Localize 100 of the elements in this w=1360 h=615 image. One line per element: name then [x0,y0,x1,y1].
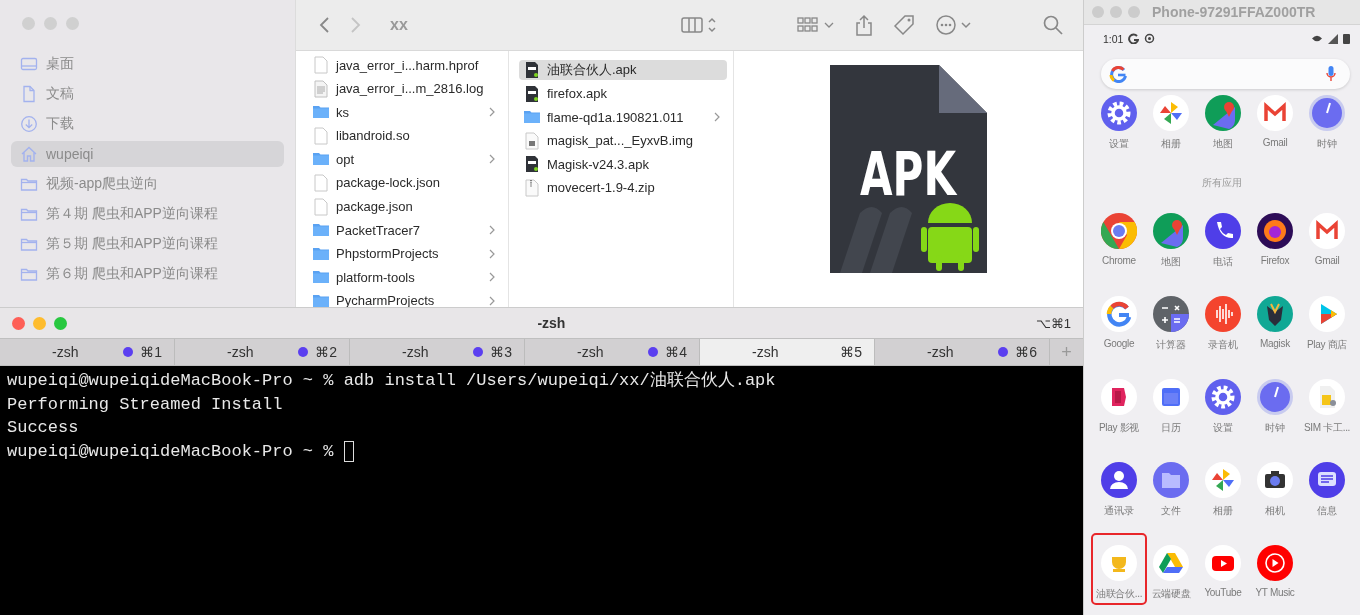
app-launcher[interactable]: Firefox [1249,209,1301,275]
folder-icon [1153,462,1189,498]
file-item[interactable]: firefox.apk [519,83,727,104]
file-item[interactable]: java_error_i...m_2816.log [308,78,502,99]
chevron-icon [713,112,721,123]
file-item[interactable]: magisk_pat..._EyxvB.img [519,130,727,151]
file-icon [312,56,330,74]
app-launcher[interactable]: Play 商店 [1301,292,1353,358]
sim-card-icon [1309,379,1345,415]
close-button[interactable] [22,17,35,30]
tab-label: -zsh [227,344,254,360]
terminal-tab[interactable]: -zsh ⌘2 [175,339,350,365]
file-item[interactable]: package-lock.json [308,172,502,193]
sidebar-item[interactable]: 下载 [11,111,284,137]
app-launcher[interactable]: 油联合伙... [1093,535,1145,603]
column-view-icon [681,16,717,34]
sidebar-item[interactable]: 桌面 [11,51,284,77]
file-item[interactable]: flame-qd1a.190821.011 [519,107,727,128]
sidebar-item[interactable]: 视频-app爬虫逆向 [11,171,284,197]
log-file-icon [312,79,330,98]
sidebar-item[interactable]: 第４期 爬虫和APP逆向课程 [11,201,284,227]
sidebar-item[interactable]: 第６期 爬虫和APP逆向课程 [11,261,284,287]
file-item[interactable]: ks [308,102,502,123]
app-launcher[interactable]: 通讯录 [1093,458,1145,524]
minimize-button[interactable] [33,316,46,330]
app-launcher[interactable]: 信息 [1301,458,1353,524]
file-item[interactable]: movecert-1.9-4.zip [519,177,727,198]
terminal-tab[interactable]: -zsh ⌘6 [875,339,1050,365]
desktop-icon [20,55,38,73]
app-launcher[interactable]: Chrome [1093,209,1145,275]
file-item[interactable]: java_error_i...harm.hprof [308,55,502,75]
app-launcher[interactable]: Play 影视 [1093,375,1145,441]
file-icon [312,173,330,192]
minimize-button[interactable] [44,17,57,30]
app-launcher[interactable]: Magisk [1249,292,1301,358]
app-launcher[interactable]: 相机 [1249,458,1301,524]
file-item[interactable]: package.json [308,196,502,217]
terminal-tab[interactable]: -zsh ⌘3 [350,339,525,365]
forward-icon [350,16,362,34]
app-launcher[interactable]: Gmail [1301,209,1353,275]
gear-icon [1205,379,1241,415]
app-launcher[interactable]: Gmail [1249,91,1301,157]
sidebar-item[interactable]: 文稿 [11,81,284,107]
app-launcher[interactable]: 设置 [1197,375,1249,441]
google-g-icon [1101,296,1137,332]
drive-icon [1153,545,1189,581]
zoom-button[interactable] [54,316,67,330]
signal-icon [1328,33,1338,44]
file-item[interactable]: PhpstormProjects [308,243,502,264]
map-icon [1153,213,1189,249]
share-icon [855,14,873,36]
app-launcher[interactable]: 相册 [1145,91,1197,157]
window-title: -zsh [536,315,567,331]
download-icon [20,115,38,133]
app-launcher[interactable]: 时钟 [1249,375,1301,441]
terminal-tab[interactable]: -zsh ⌘5 [700,339,875,365]
tab-shortcut: ⌘4 [665,344,687,360]
message-icon [1309,462,1345,498]
chevron-icon [488,154,496,165]
app-launcher[interactable]: 设置 [1093,91,1145,157]
app-launcher[interactable]: Google [1093,292,1145,358]
tag-icon [893,14,915,36]
search-field[interactable] [1101,59,1350,89]
app-launcher[interactable]: 时钟 [1301,91,1353,157]
terminal-tab[interactable]: -zsh ⌘1 [0,339,175,365]
app-launcher[interactable]: 电话 [1197,209,1249,275]
terminal-line: wupeiqi@wupeiqideMacBook-Pro ~ % adb install /Users/wupeiqi/xx/油联合伙人.apk [7,370,776,392]
contact-icon [1101,462,1137,498]
file-item[interactable]: libandroid.so [308,125,502,146]
close-button[interactable] [1092,6,1104,18]
app-launcher[interactable]: 录音机 [1197,292,1249,358]
app-launcher[interactable]: 地图 [1145,209,1197,275]
close-button[interactable] [12,316,25,330]
file-item[interactable]: PacketTracer7 [308,220,502,241]
sidebar-item[interactable]: wupeiqi [11,141,284,167]
zoom-button[interactable] [66,17,79,30]
clock-icon [1309,95,1345,131]
minimize-button[interactable] [1110,6,1122,18]
tab-shortcut: ⌘2 [315,344,337,360]
file-item[interactable]: opt [308,149,502,170]
zoom-button[interactable] [1128,6,1140,18]
app-launcher[interactable]: YouTube [1197,541,1249,607]
file-item[interactable]: 油联合伙人.apk [519,60,727,80]
file-item[interactable]: Magisk-v24.3.apk [519,154,727,175]
app-launcher[interactable]: 地图 [1197,91,1249,157]
file-icon [312,126,330,145]
file-item[interactable]: platform-tools [308,267,502,288]
sidebar-item[interactable]: 第５期 爬虫和APP逆向课程 [11,231,284,257]
app-launcher[interactable]: 文件 [1145,458,1197,524]
grid-view-icon [797,16,835,34]
app-launcher[interactable]: SIM 卡工... [1301,375,1353,441]
app-launcher[interactable]: 日历 [1145,375,1197,441]
battery-icon [1343,33,1350,44]
google-g-icon [1109,65,1127,83]
pinwheel-icon [1205,462,1241,498]
app-launcher[interactable]: 云端硬盘 [1145,541,1197,607]
app-launcher[interactable]: 计算器 [1145,292,1197,358]
app-launcher[interactable]: YT Music [1249,541,1301,607]
apk-file-icon [830,65,987,273]
app-launcher[interactable]: 相册 [1197,458,1249,524]
